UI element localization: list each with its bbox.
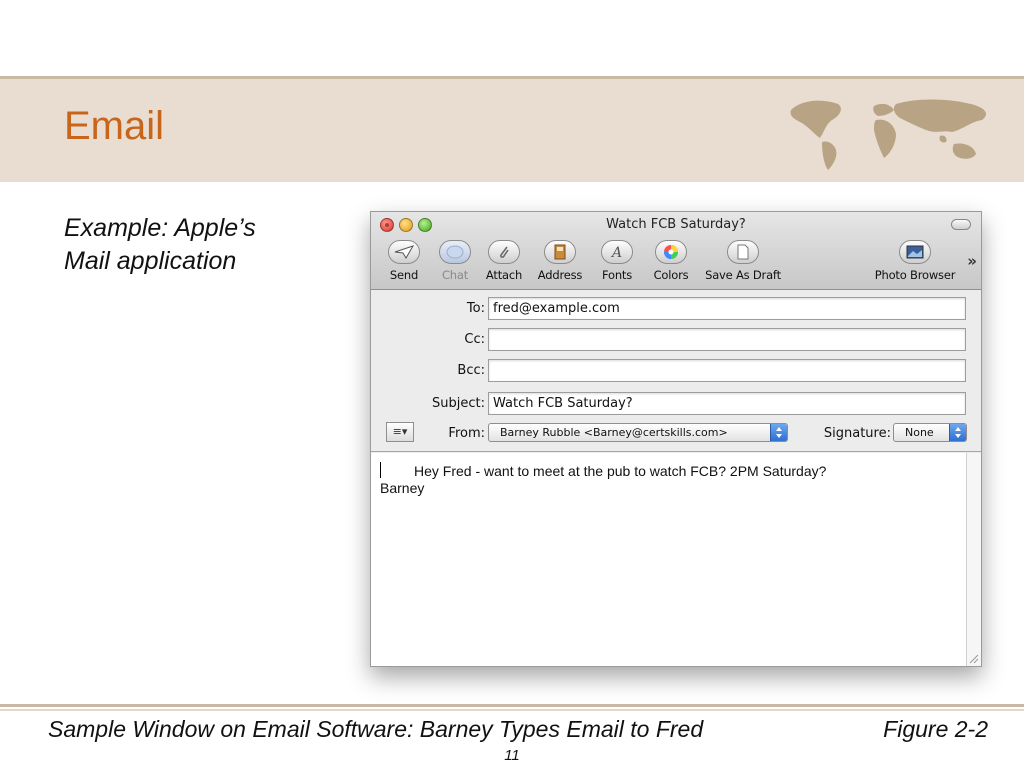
- to-label: To:: [466, 301, 485, 316]
- toolbar-overflow-button[interactable]: »: [967, 252, 977, 270]
- colors-label: Colors: [653, 268, 689, 282]
- attach-button[interactable]: Attach: [483, 240, 525, 282]
- signature-label: Signature:: [823, 426, 891, 441]
- figure-caption: Sample Window on Email Software: Barney …: [48, 716, 704, 742]
- font-letter-icon: A: [610, 245, 622, 260]
- options-menu-button[interactable]: ≡▾: [386, 422, 414, 442]
- from-label: From:: [448, 426, 485, 441]
- signature-select-value: None: [905, 426, 934, 439]
- color-wheel-icon: [664, 245, 678, 259]
- address-book-icon: [554, 244, 566, 260]
- message-body-line-1: Hey Fred - want to meet at the pub to wa…: [414, 463, 827, 479]
- attach-label: Attach: [485, 268, 523, 282]
- svg-text:A: A: [610, 245, 622, 260]
- footer-second-rule: [0, 709, 1024, 711]
- colors-button[interactable]: Colors: [651, 240, 691, 282]
- paperclip-icon: [500, 246, 509, 258]
- toolbar-toggle-button[interactable]: [951, 219, 971, 230]
- subject-label: Subject:: [432, 396, 485, 411]
- text-cursor: [380, 462, 381, 478]
- from-select[interactable]: Barney Rubble <Barney@certskills.com>: [488, 423, 788, 442]
- send-button[interactable]: Send: [383, 240, 425, 282]
- cc-field[interactable]: [488, 328, 966, 351]
- signature-select[interactable]: None: [893, 423, 967, 442]
- select-arrows-icon: [770, 424, 787, 441]
- address-label: Address: [537, 268, 583, 282]
- vertical-scrollbar[interactable]: [966, 453, 981, 666]
- photo-browser-label: Photo Browser: [874, 268, 956, 282]
- window-title: Watch FCB Saturday?: [606, 217, 746, 232]
- bcc-label: Bcc:: [457, 363, 485, 378]
- send-label: Send: [389, 268, 419, 282]
- subject-field[interactable]: Watch FCB Saturday?: [488, 392, 966, 415]
- example-line-1: Example: Apple’s: [64, 214, 256, 242]
- page-number: 11: [504, 747, 520, 764]
- to-field[interactable]: fred@example.com: [488, 297, 966, 320]
- example-line-2: Mail application: [64, 247, 237, 275]
- paper-plane-icon: [394, 245, 414, 259]
- world-map-icon: [790, 99, 987, 170]
- fonts-label: Fonts: [601, 268, 633, 282]
- photo-icon: [906, 245, 924, 259]
- chat-button[interactable]: Chat: [437, 240, 473, 282]
- slide-title: Email: [64, 104, 165, 148]
- chat-bubble-icon: [446, 245, 464, 259]
- photo-browser-button[interactable]: Photo Browser: [873, 240, 957, 282]
- save-as-draft-label: Save As Draft: [705, 268, 781, 282]
- mail-compose-window: Watch FCB Saturday? Send Chat Attach Add…: [370, 211, 982, 667]
- figure-number: Figure 2-2: [883, 716, 988, 742]
- example-description: Example: Apple’s Mail application: [64, 212, 324, 278]
- message-header-fields: To: fred@example.com Cc: Bcc: Subject: W…: [371, 290, 981, 452]
- fonts-button[interactable]: A Fonts: [597, 240, 637, 282]
- footer-top-rule: [0, 704, 1024, 707]
- save-as-draft-button[interactable]: Save As Draft: [705, 240, 781, 282]
- from-select-value: Barney Rubble <Barney@certskills.com>: [500, 426, 728, 439]
- window-titlebar: Watch FCB Saturday? Send Chat Attach Add…: [371, 212, 981, 290]
- resize-grip-icon[interactable]: [967, 652, 979, 664]
- address-button[interactable]: Address: [535, 240, 585, 282]
- cc-label: Cc:: [464, 332, 485, 347]
- message-body-line-2: Barney: [380, 480, 425, 496]
- bcc-field[interactable]: [488, 359, 966, 382]
- message-body-editor[interactable]: [371, 453, 966, 666]
- draft-page-icon: [737, 244, 749, 260]
- select-arrows-icon: [949, 424, 966, 441]
- chat-label: Chat: [441, 268, 469, 282]
